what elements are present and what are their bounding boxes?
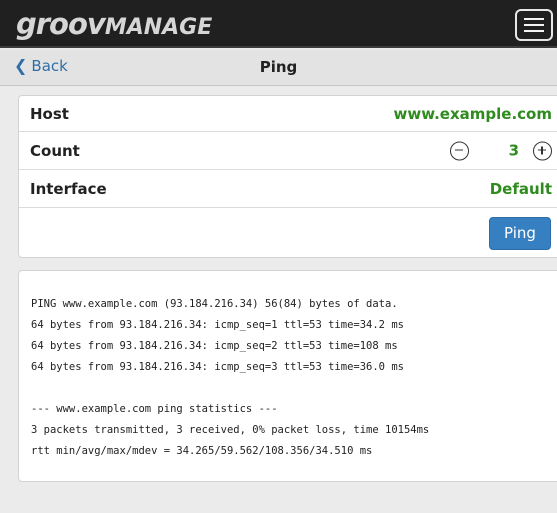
page-title: Ping [259,58,298,76]
logo-manage: MANAGE [104,15,213,40]
output-line: 64 bytes from 93.184.216.34: icmp_seq=3 … [31,361,404,373]
output-line: PING www.example.com (93.184.216.34) 56(… [31,298,398,310]
count-value-wrap: 3 [469,142,533,160]
count-label: Count [30,141,80,160]
host-value[interactable]: www.example.com [394,105,553,123]
interface-label: Interface [30,179,107,198]
output-line: 64 bytes from 93.184.216.34: icmp_seq=2 … [31,340,398,352]
output-line: 3 packets transmitted, 3 received, 0% pa… [31,424,430,436]
count-row: Count 3 [19,132,557,170]
ping-settings-card: Host www.example.com Count 3 Interface D… [18,95,557,258]
hamburger-menu-button[interactable] [515,9,553,41]
count-stepper: 3 [450,141,552,160]
output-line: rtt min/avg/max/mdev = 34.265/59.562/108… [31,445,373,457]
plus-circle-icon[interactable] [533,141,552,160]
output-line: --- www.example.com ping statistics --- [31,403,278,415]
interface-row[interactable]: Interface Default [19,170,557,208]
interface-value[interactable]: Default [490,180,552,198]
output-line: 64 bytes from 93.184.216.34: icmp_seq=1 … [31,319,404,331]
host-row[interactable]: Host www.example.com [19,96,557,132]
app-header: groovMANAGE [0,0,557,48]
host-label: Host [30,104,69,123]
ping-output-panel: PING www.example.com (93.184.216.34) 56(… [18,270,557,482]
count-value: 3 [508,141,519,160]
app-logo: groovMANAGE [16,7,212,41]
minus-circle-icon[interactable] [450,141,469,160]
ping-button[interactable]: Ping [489,217,551,250]
navigation-bar: ❮ Back Ping [0,50,557,86]
logo-groov: groov [16,7,106,41]
